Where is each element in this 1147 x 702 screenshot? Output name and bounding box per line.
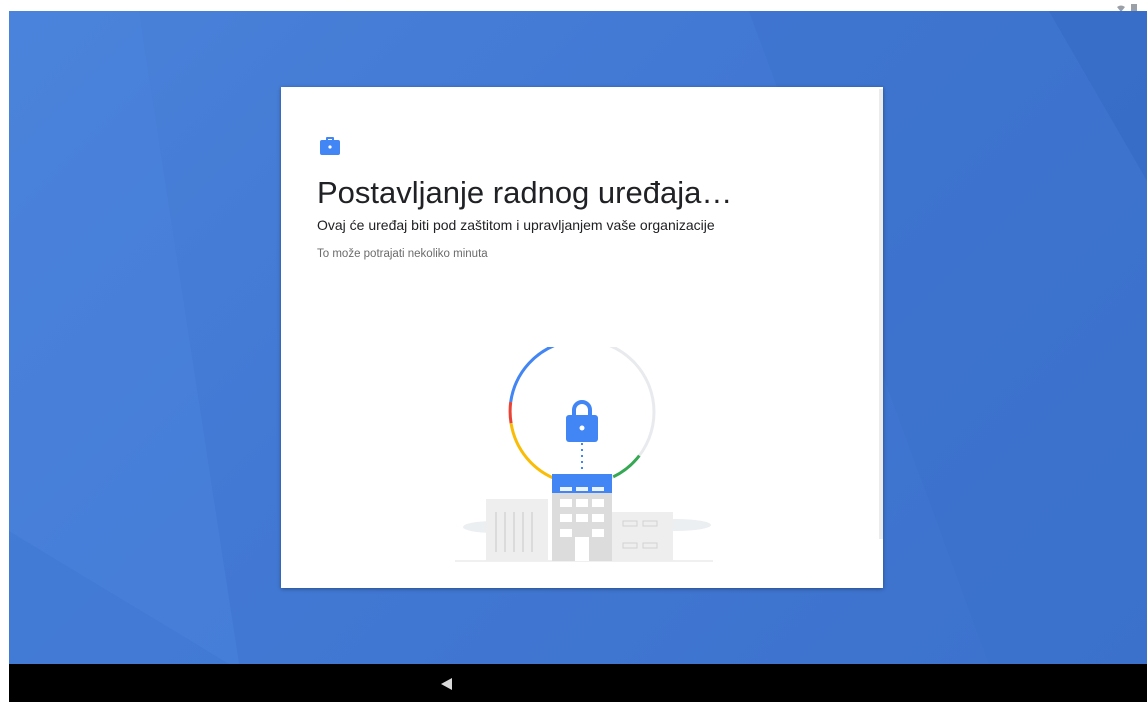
wifi-battery-icon bbox=[1117, 0, 1145, 13]
duration-note: To može potrajati nekoliko minuta bbox=[317, 248, 488, 260]
page-subtitle: Ovaj će uređaj biti pod zaštitom i uprav… bbox=[317, 217, 715, 233]
left-strip bbox=[0, 0, 9, 702]
setup-card: Postavljanje radnog uređaja… Ovaj će ure… bbox=[281, 87, 883, 588]
page-title: Postavljanje radnog uređaja… bbox=[317, 175, 733, 210]
top-strip bbox=[0, 0, 1147, 11]
navigation-bar bbox=[9, 664, 1147, 702]
scrollbar[interactable] bbox=[879, 89, 883, 539]
back-button[interactable] bbox=[435, 672, 459, 696]
lock-building-icon bbox=[451, 338, 721, 562]
briefcase-icon bbox=[318, 133, 342, 157]
back-triangle-icon bbox=[441, 678, 452, 690]
